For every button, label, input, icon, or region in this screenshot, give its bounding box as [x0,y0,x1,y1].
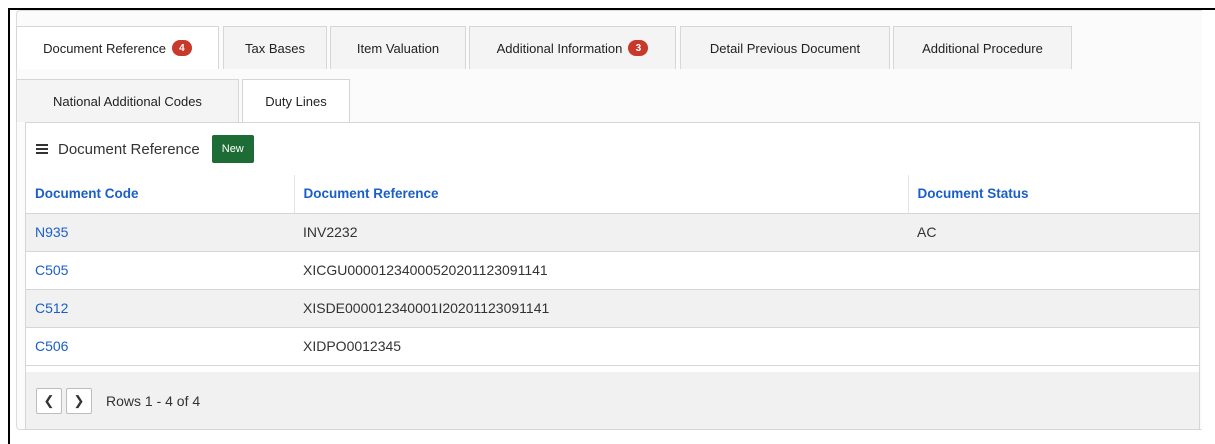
panel-header: Document Reference New [26,123,1199,175]
tab-national-additional-codes[interactable]: National Additional Codes [16,79,239,122]
document-reference-cell: INV2232 [294,213,908,252]
tab-label: Item Valuation [356,40,440,56]
tab-label: National Additional Codes [53,93,202,109]
rows-info: Rows 1 - 4 of 4 [106,392,201,409]
tab-tax-bases[interactable]: Tax Bases [223,26,327,69]
tab-duty-lines[interactable]: Duty Lines [242,79,350,122]
tab-label: Tax Bases [245,40,305,56]
document-status-cell: AC [908,213,1199,252]
tab-item-valuation[interactable]: Item Valuation [330,26,466,69]
column-header-document-code[interactable]: Document Code [26,175,294,214]
document-code-link[interactable]: N935 [26,213,294,252]
table-row[interactable]: N935 INV2232 AC [26,213,1199,252]
tab-additional-information[interactable]: Additional Information 3 [469,26,676,69]
new-button[interactable]: New [211,135,254,163]
panel-title: Document Reference [58,140,200,158]
document-reference-table: Document Code Document Reference Documen… [26,175,1199,366]
table-row[interactable]: C505 XICGU00001234000520201123091141 [26,251,1199,290]
table-header-row: Document Code Document Reference Documen… [26,175,1199,214]
tab-label: Additional Information [496,40,623,56]
document-status-cell [908,251,1199,290]
previous-page-button[interactable]: ❮ [36,387,62,414]
document-code-link[interactable]: C512 [26,289,294,328]
count-badge: 3 [628,40,649,56]
chevron-right-icon: ❯ [73,392,85,408]
tab-label: Document Reference [43,40,166,56]
chevron-left-icon: ❮ [43,392,55,408]
document-code-link[interactable]: C506 [26,327,294,366]
tab-label: Additional Procedure [922,40,1043,56]
tab-document-reference[interactable]: Document Reference 4 [16,26,219,69]
document-status-cell [908,289,1199,328]
column-header-document-status[interactable]: Document Status [907,175,1199,214]
document-code-link[interactable]: C505 [26,251,294,290]
count-badge: 4 [171,40,192,56]
document-reference-cell: XISDE000012340001I20201123091141 [294,289,908,328]
tab-label: Duty Lines [265,93,327,109]
tab-detail-previous-document[interactable]: Detail Previous Document [680,26,890,69]
table-footer: ❮ ❯ Rows 1 - 4 of 4 [26,372,1199,429]
document-reference-cell: XICGU00001234000520201123091141 [294,251,908,290]
column-header-document-reference[interactable]: Document Reference [293,175,908,214]
table-row[interactable]: C512 XISDE000012340001I20201123091141 [26,289,1199,328]
table-row[interactable]: C506 XIDPO0012345 [26,327,1199,366]
document-reference-cell: XIDPO0012345 [294,327,908,366]
document-status-cell [908,327,1199,366]
next-page-button[interactable]: ❯ [66,387,92,414]
hamburger-menu-icon[interactable] [36,143,50,155]
tab-label: Detail Previous Document [709,40,861,56]
document-reference-panel: Document Reference New Document Code Doc… [25,122,1200,430]
tab-additional-procedure[interactable]: Additional Procedure [893,26,1072,69]
